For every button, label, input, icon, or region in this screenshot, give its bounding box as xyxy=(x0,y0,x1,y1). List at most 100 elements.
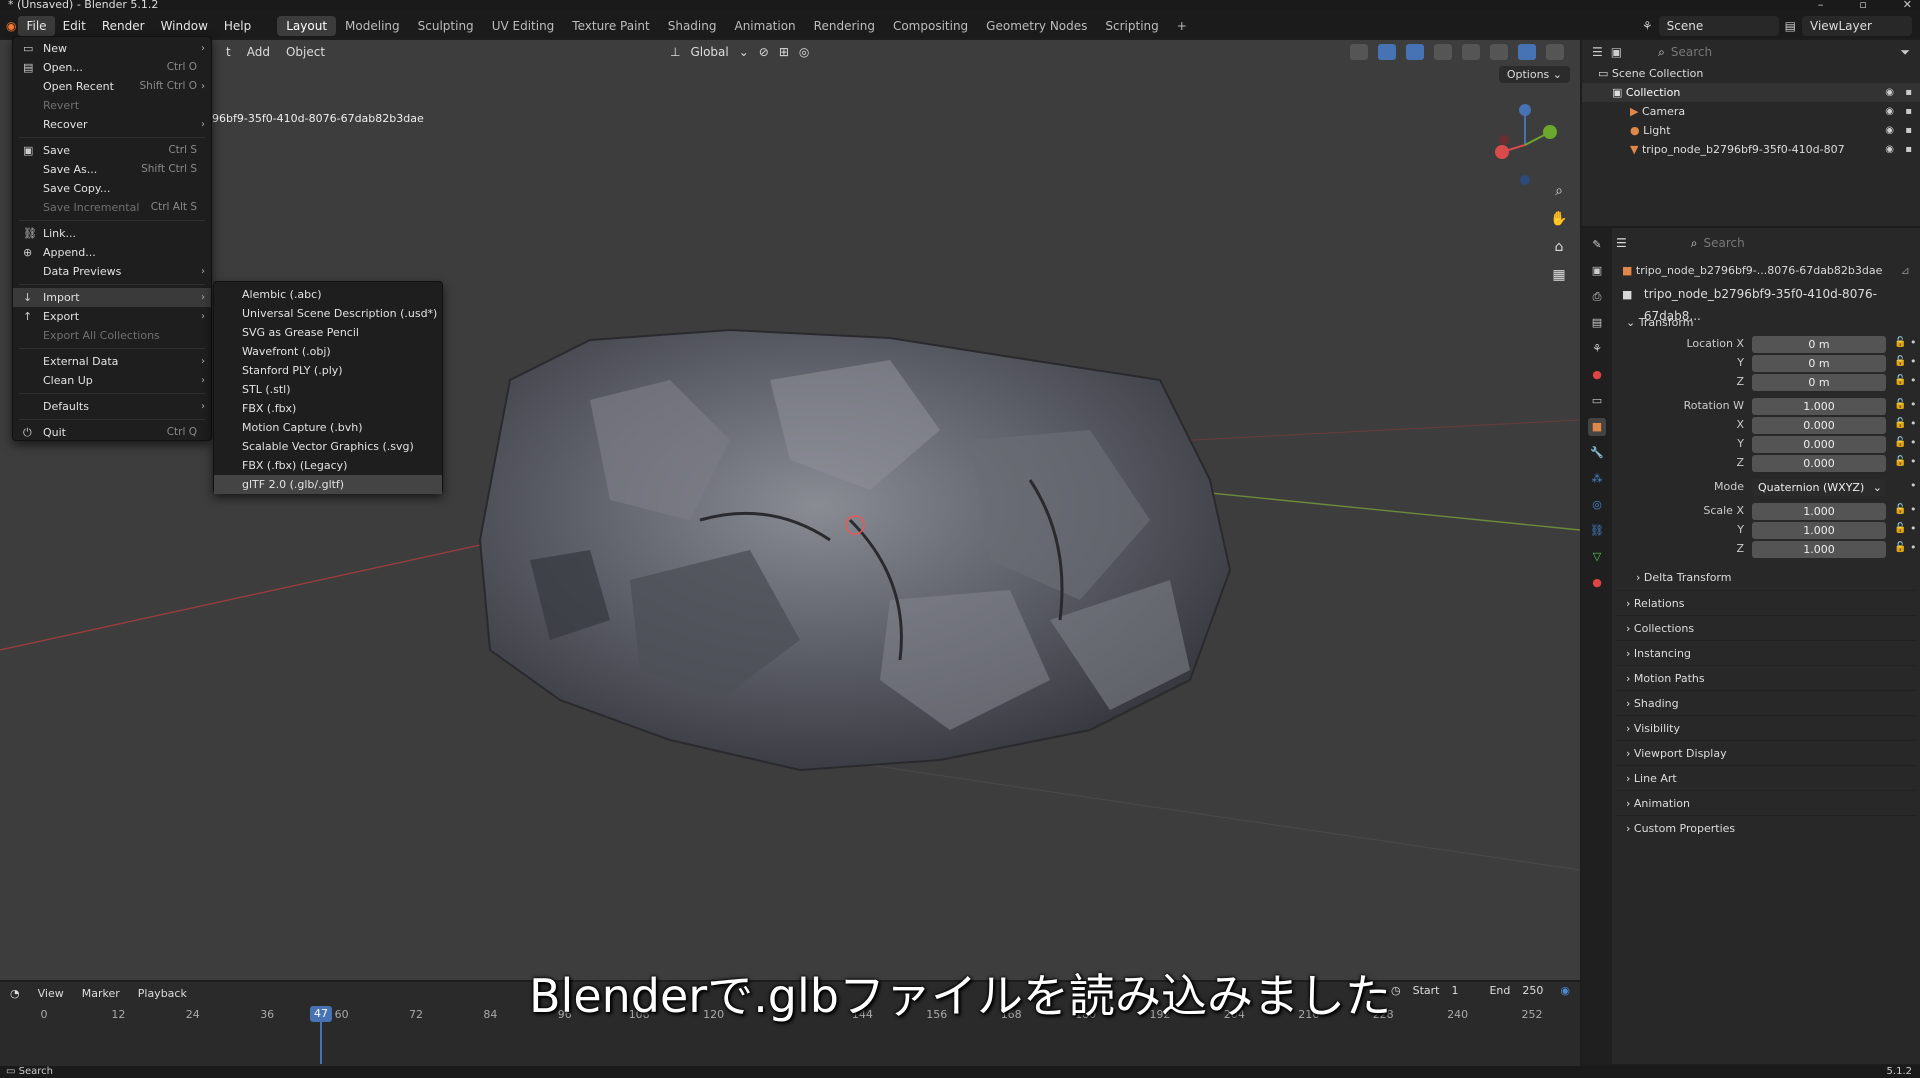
tab-sculpting[interactable]: Sculpting xyxy=(409,16,483,36)
outliner-item-light[interactable]: ● Light ◉ ▪ xyxy=(1582,121,1920,140)
maximize-icon[interactable]: ▫ xyxy=(1859,0,1866,10)
tab-rendering[interactable]: Rendering xyxy=(805,16,884,36)
lock-icon[interactable]: 🔓 xyxy=(1894,375,1906,386)
delta-transform-panel[interactable]: › Delta Transform xyxy=(1616,565,1916,590)
add-workspace-button[interactable]: + xyxy=(1168,16,1196,36)
panel-instancing[interactable]: › Instancing xyxy=(1616,640,1916,665)
import-item-wavefront-obj[interactable]: Wavefront (.obj) xyxy=(214,342,442,361)
data-tab-icon[interactable]: ▽ xyxy=(1588,548,1606,566)
file-menu-item-open[interactable]: ▤ Open... Ctrl O xyxy=(13,58,211,77)
filter-icon[interactable]: ⏷ xyxy=(1900,45,1910,60)
tab-shading[interactable]: Shading xyxy=(659,16,726,36)
3d-viewport[interactable]: t Add Object ⊥ Global ⌄ ⊘ ⊞ ◎ Options ⌄ … xyxy=(0,40,1580,980)
outliner-collection[interactable]: ▣ Collection ◉ ▪ xyxy=(1582,83,1920,102)
lock-icon[interactable]: 🔓 xyxy=(1894,356,1906,367)
panel-viewport-display[interactable]: › Viewport Display xyxy=(1616,740,1916,765)
lock-icon[interactable]: 🔓 xyxy=(1894,418,1906,429)
visibility-eye-icon[interactable]: ◉ xyxy=(1885,102,1894,121)
outliner-search-input[interactable]: ⌕ Search xyxy=(1650,42,1801,62)
panel-collections[interactable]: › Collections xyxy=(1616,615,1916,640)
scene-field[interactable]: Scene xyxy=(1658,16,1779,36)
file-menu-item-export[interactable]: ↑ Export › xyxy=(13,307,211,326)
lock-icon[interactable]: 🔓 xyxy=(1894,542,1906,553)
rotation-z-field[interactable]: 0.000 xyxy=(1752,455,1886,472)
menu-edit[interactable]: Edit xyxy=(55,16,94,36)
scale-x-field[interactable]: 1.000 xyxy=(1752,503,1886,520)
file-menu-item-quit[interactable]: ⏻ Quit Ctrl Q xyxy=(13,423,211,442)
world-tab-icon[interactable]: ● xyxy=(1588,366,1606,384)
import-item-fbx-fbx-legacy[interactable]: FBX (.fbx) (Legacy) xyxy=(214,456,442,475)
keyframe-dot-icon[interactable]: • xyxy=(1910,374,1917,387)
file-menu-item-append[interactable]: ⊕ Append... xyxy=(13,243,211,262)
menu-window[interactable]: Window xyxy=(153,16,216,36)
render-camera-icon[interactable]: ▪ xyxy=(1905,83,1912,102)
lock-icon[interactable]: 🔓 xyxy=(1894,456,1906,467)
tool-tab-icon[interactable]: ✎ xyxy=(1588,236,1606,254)
camera-view-icon[interactable]: ⌂ xyxy=(1548,236,1570,258)
outliner-item-tripo-node[interactable]: ▼ tripo_node_b2796bf9-35f0-410d-807 ◉ ▪ xyxy=(1582,140,1920,159)
file-menu-item-external-data[interactable]: External Data › xyxy=(13,352,211,371)
view-layer-field[interactable]: ViewLayer xyxy=(1802,16,1912,36)
panel-custom-properties[interactable]: › Custom Properties xyxy=(1616,815,1916,840)
scene-tab-icon[interactable]: ⚘ xyxy=(1588,340,1606,358)
editor-type-icon[interactable]: ☰ xyxy=(1616,236,1627,250)
keyframe-dot-icon[interactable]: • xyxy=(1910,541,1917,554)
panel-visibility[interactable]: › Visibility xyxy=(1616,715,1916,740)
location-x-field[interactable]: 0 m xyxy=(1752,336,1886,353)
keyframe-dot-icon[interactable]: • xyxy=(1910,455,1917,468)
playhead-line[interactable] xyxy=(320,1022,322,1064)
keyframe-dot-icon[interactable]: • xyxy=(1910,522,1917,535)
material-tab-icon[interactable]: ● xyxy=(1588,574,1606,592)
panel-animation[interactable]: › Animation xyxy=(1616,790,1916,815)
import-item-svg-as-grease-pencil[interactable]: SVG as Grease Pencil xyxy=(214,323,442,342)
lock-icon[interactable]: 🔓 xyxy=(1894,399,1906,410)
rotation-x-field[interactable]: 0.000 xyxy=(1752,417,1886,434)
file-menu-item-save-copy[interactable]: Save Copy... xyxy=(13,179,211,198)
close-icon[interactable]: ✕ xyxy=(1903,0,1912,10)
output-tab-icon[interactable]: ⎙ xyxy=(1588,288,1606,306)
scale-z-field[interactable]: 1.000 xyxy=(1752,541,1886,558)
visibility-eye-icon[interactable]: ◉ xyxy=(1885,121,1894,140)
tab-texture-paint[interactable]: Texture Paint xyxy=(563,16,658,36)
blender-logo-icon[interactable]: ◉ xyxy=(4,16,18,36)
scale-y-field[interactable]: 1.000 xyxy=(1752,522,1886,539)
keyframe-dot-icon[interactable]: • xyxy=(1910,398,1917,411)
menu-file[interactable]: File xyxy=(18,16,55,36)
import-item-universal-scene-description-usd[interactable]: Universal Scene Description (.usd*) xyxy=(214,304,442,323)
lock-icon[interactable]: 🔓 xyxy=(1894,437,1906,448)
editor-type-icon[interactable]: ☰ xyxy=(1592,45,1603,59)
constraints-tab-icon[interactable]: ⛓ xyxy=(1588,522,1606,540)
file-menu-item-recover[interactable]: Recover › xyxy=(13,115,211,134)
tab-modeling[interactable]: Modeling xyxy=(336,16,409,36)
particles-tab-icon[interactable]: ⁂ xyxy=(1588,470,1606,488)
location-y-field[interactable]: 0 m xyxy=(1752,355,1886,372)
keyframe-dot-icon[interactable]: • xyxy=(1910,355,1917,368)
outliner-scene-collection[interactable]: ▭ Scene Collection xyxy=(1582,64,1920,83)
panel-shading[interactable]: › Shading xyxy=(1616,690,1916,715)
visibility-eye-icon[interactable]: ◉ xyxy=(1885,83,1894,102)
location-z-field[interactable]: 0 m xyxy=(1752,374,1886,391)
file-menu-item-import[interactable]: ↓ Import › xyxy=(13,288,211,307)
tab-scripting[interactable]: Scripting xyxy=(1096,16,1167,36)
visibility-eye-icon[interactable]: ◉ xyxy=(1885,140,1894,159)
file-menu-item-defaults[interactable]: Defaults › xyxy=(13,397,211,416)
keyframe-dot-icon[interactable]: • xyxy=(1910,336,1917,349)
tab-compositing[interactable]: Compositing xyxy=(884,16,977,36)
menu-help[interactable]: Help xyxy=(216,16,259,36)
file-menu-item-link[interactable]: ⛓ Link... xyxy=(13,224,211,243)
import-item-alembic-abc[interactable]: Alembic (.abc) xyxy=(214,285,442,304)
rotation-w-field[interactable]: 1.000 xyxy=(1752,398,1886,415)
properties-search-input[interactable]: ⌕ Search xyxy=(1682,233,1793,253)
panel-motion-paths[interactable]: › Motion Paths xyxy=(1616,665,1916,690)
keyframe-dot-icon[interactable]: • xyxy=(1910,417,1917,430)
perspective-grid-icon[interactable]: ▦ xyxy=(1548,264,1570,286)
import-item-motion-capture-bvh[interactable]: Motion Capture (.bvh) xyxy=(214,418,442,437)
lock-icon[interactable]: 🔓 xyxy=(1894,504,1906,515)
pan-hand-icon[interactable]: ✋ xyxy=(1548,208,1570,230)
lock-icon[interactable]: 🔓 xyxy=(1894,337,1906,348)
import-item-stanford-ply-ply[interactable]: Stanford PLY (.ply) xyxy=(214,361,442,380)
tab-uv-editing[interactable]: UV Editing xyxy=(483,16,564,36)
keyframe-dot-icon[interactable]: • xyxy=(1910,479,1917,492)
render-camera-icon[interactable]: ▪ xyxy=(1905,102,1912,121)
rock-model[interactable] xyxy=(470,320,1240,790)
